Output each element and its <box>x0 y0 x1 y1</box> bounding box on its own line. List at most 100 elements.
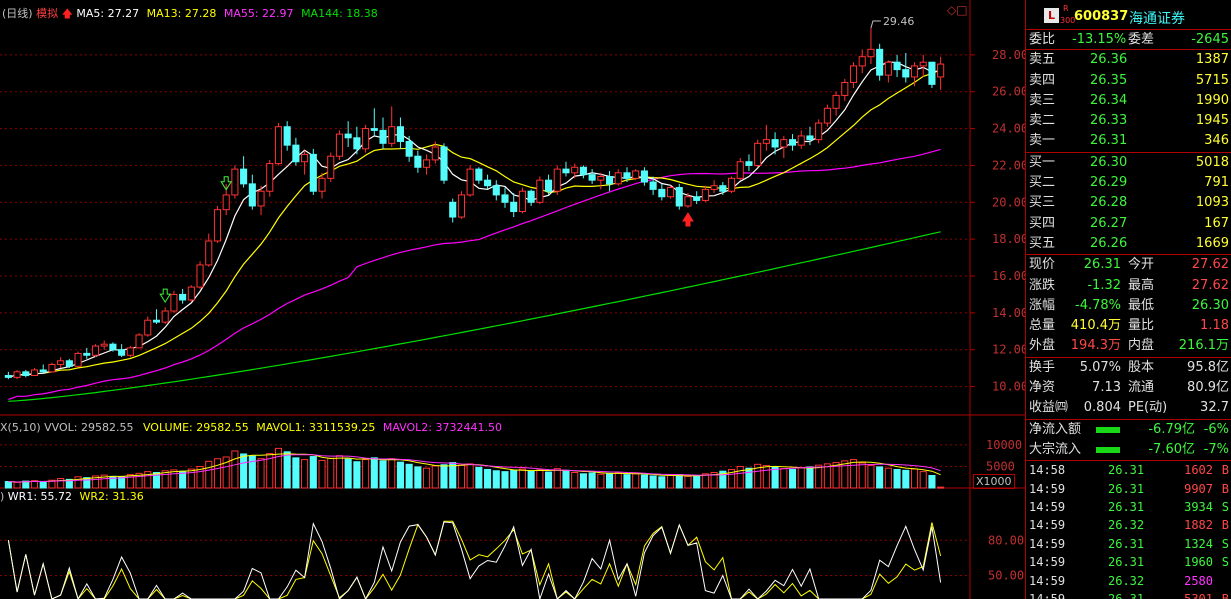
tick-price: 26.31 <box>1108 555 1145 570</box>
kline-chart-area[interactable]: 28.00 26.00 24.00 22.00 20.00 18.00 16.00 14.00… <box>0 0 1025 599</box>
bid-volume: 1669 <box>1195 235 1229 251</box>
flow-label: 大宗流入 <box>1029 441 1082 457</box>
tick-volume: 1882 <box>1184 518 1213 533</box>
tick-row: 14:59 26.31 1960 S <box>1026 553 1231 571</box>
tick-side: B <box>1221 591 1229 599</box>
tick-row: 14:59 26.32 2580 <box>1026 572 1231 590</box>
stat-label: 内盘 <box>1128 338 1155 354</box>
volume-bar <box>640 474 648 489</box>
candle-body <box>13 371 21 378</box>
wr2-legend: WR2: 31.36 <box>79 490 144 503</box>
tick-time: 14:59 <box>1029 500 1066 515</box>
volume-bar <box>344 458 352 489</box>
sim-label[interactable]: 模拟 <box>36 7 58 20</box>
volume-bar <box>876 466 884 489</box>
ask-label: 卖五 <box>1029 52 1056 68</box>
tick-price: 26.32 <box>1108 573 1145 588</box>
candle-body <box>39 369 47 373</box>
period-label[interactable]: (日线) <box>2 7 33 20</box>
flow-value: -7.60亿 <box>1148 441 1195 457</box>
tick-row: 14:59 26.31 3934 S <box>1026 498 1231 516</box>
volume-bar <box>910 468 919 489</box>
stat-label: 涨幅 <box>1029 297 1056 313</box>
ask-row: 卖四 26.35 5715 <box>1026 71 1231 91</box>
quote-stats: 现价 26.31 今开 27.62 涨跌 -1.32 最高 27.62 涨幅 -4.78% 最低 26… <box>1026 255 1231 358</box>
stat-value: 26.31 <box>1083 257 1121 273</box>
weicha-label: 委差 <box>1128 32 1155 47</box>
candle-body <box>65 360 73 367</box>
tick-side: B <box>1221 481 1229 496</box>
candle-body <box>518 190 526 213</box>
chart-canvas[interactable]: 28.00 26.00 24.00 22.00 20.00 18.00 16.00 14.00… <box>0 0 1025 599</box>
ask-label: 卖二 <box>1029 113 1056 129</box>
ask-volume: 1990 <box>1195 92 1229 108</box>
candle-body <box>666 187 675 198</box>
candle-body <box>423 159 431 168</box>
flow-row: 净流入额 -6.79亿 -6% <box>1026 420 1231 440</box>
stat-label: 量比 <box>1128 318 1155 334</box>
price-tick-label: 28.00 <box>992 48 1025 62</box>
tick-time: 14:59 <box>1029 555 1066 570</box>
tick-list[interactable]: 14:58 26.31 1602 B 14:59 26.31 9907 B 14:59 26.31… <box>1026 461 1231 599</box>
volume-bar <box>362 459 370 489</box>
volume-bar <box>884 467 892 489</box>
volume-bar <box>536 469 544 489</box>
volume-bar <box>902 469 910 489</box>
ask-price: 26.34 <box>1090 92 1128 108</box>
volume-bar <box>327 457 335 489</box>
candle-body <box>797 135 805 146</box>
candle-body <box>710 185 718 190</box>
volume-bar <box>867 465 875 489</box>
peak-label: 29.46 <box>883 15 915 28</box>
ask-price: 26.33 <box>1090 113 1128 129</box>
wr1-legend: WR1: 55.72 <box>7 490 73 503</box>
candle-body <box>292 144 300 163</box>
fund-row: 净资 7.13 流通 80.9亿 <box>1026 378 1231 398</box>
stat-value: -1.32 <box>1087 277 1121 293</box>
bid-list: 买一 26.30 5018 买二 26.29 791 买三 26.28 1093 买四 26.27 1… <box>1026 153 1231 256</box>
candle-body <box>780 139 788 148</box>
candle-body <box>562 168 570 174</box>
volume-bar <box>675 474 683 489</box>
up-arrow-icon: 🡅 <box>61 7 73 20</box>
ma13-legend: MA13: 27.28 <box>146 7 217 20</box>
candle-body <box>109 343 117 351</box>
ask-price: 26.36 <box>1090 52 1128 68</box>
volume-bar <box>318 459 326 489</box>
flow-label: 净流入额 <box>1029 421 1082 437</box>
candle-body <box>370 128 378 131</box>
level2-logo: L <box>1044 8 1059 23</box>
volume-bar <box>449 462 457 489</box>
ask-volume: 1945 <box>1195 113 1229 129</box>
volume-bar <box>597 473 605 489</box>
price-tick-label: 10.00 <box>992 380 1025 394</box>
volume-bar <box>684 475 692 489</box>
wr1-line <box>7 521 942 599</box>
stock-code[interactable]: 600837 <box>1074 9 1128 24</box>
quote-panel: L R 300 600837 海通证券 委比 -13.15% 委差 -2645 … <box>1025 0 1231 599</box>
close-small-icon[interactable]: □ <box>956 3 967 17</box>
fund-value: 95.8亿 <box>1187 359 1229 375</box>
restore-icon[interactable]: ◇ <box>947 3 956 17</box>
volume-bar <box>39 481 47 489</box>
logo-sup: R <box>1063 4 1069 13</box>
candle-body <box>597 175 605 181</box>
tick-row: 14:59 26.31 1324 S <box>1026 535 1231 553</box>
volume-bar <box>257 458 265 489</box>
tick-side: S <box>1221 500 1229 515</box>
volume-bar <box>780 468 788 489</box>
candle-body <box>928 61 936 85</box>
candle-body <box>388 126 396 144</box>
candle-body <box>475 168 483 181</box>
volume-bar <box>632 473 640 489</box>
stock-name[interactable]: 海通证券 <box>1129 8 1185 28</box>
tick-volume: 1960 <box>1184 555 1213 570</box>
volume-bar <box>379 460 387 489</box>
candle-body <box>632 170 640 179</box>
volume-bar <box>762 465 770 489</box>
wr2-line <box>7 520 942 599</box>
stat-row: 外盘 194.3万 内盘 216.1万 <box>1026 336 1231 356</box>
bid-volume: 167 <box>1204 215 1229 231</box>
candle-body <box>170 293 178 312</box>
tick-time: 14:59 <box>1029 518 1066 533</box>
